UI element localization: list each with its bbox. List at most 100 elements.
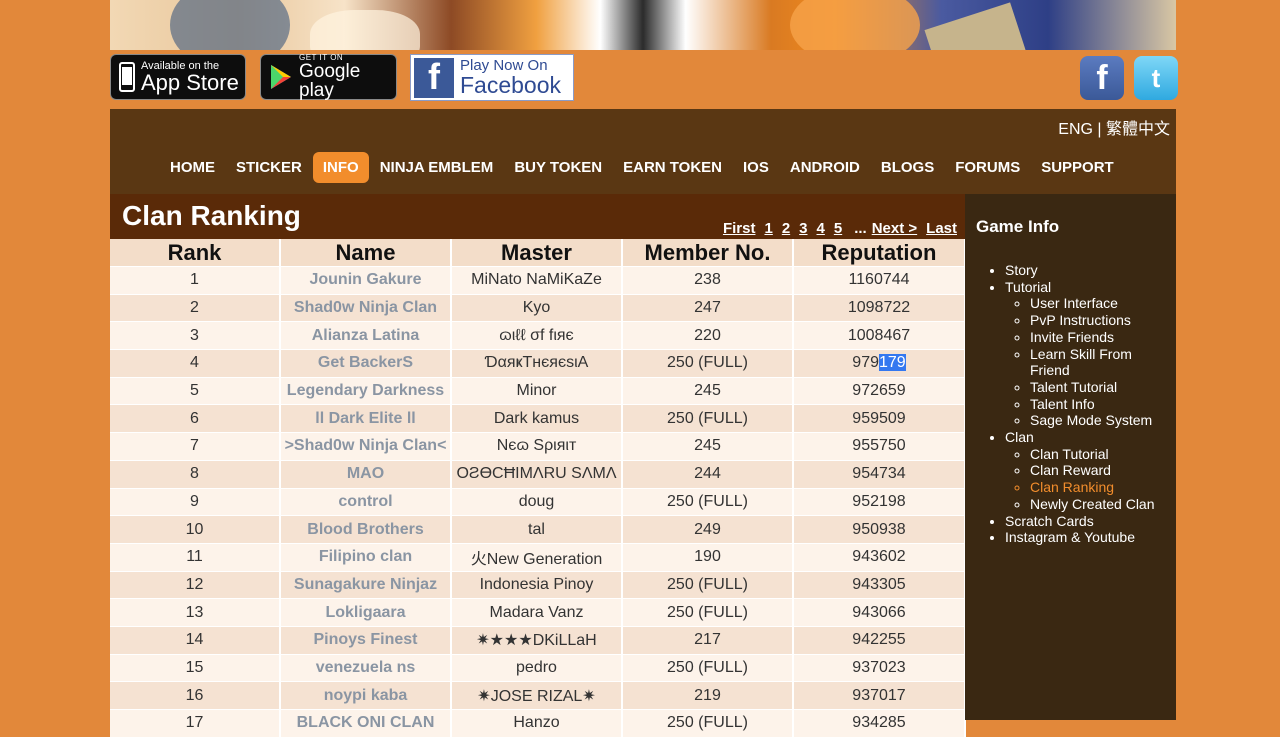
lang-eng-link[interactable]: ENG (1058, 121, 1093, 138)
table-header-row: Rank Name Master Member No. Reputation (110, 239, 966, 267)
pager-page-5[interactable]: 5 (834, 220, 842, 237)
language-switcher: ENG | 繁體中文 (1058, 115, 1170, 139)
nav-blogs[interactable]: BLOGS (871, 152, 944, 183)
cell-member-no: 244 (622, 459, 794, 488)
play-on-facebook-badge[interactable]: f Play Now On Facebook (410, 54, 574, 101)
cell-name[interactable]: venezuela ns (280, 653, 452, 682)
pager-page-1[interactable]: 1 (764, 220, 772, 237)
sidebar-subitem-invite-friends[interactable]: Invite Friends (1030, 329, 1173, 346)
nav-home[interactable]: HOME (160, 152, 225, 183)
lang-separator: | (1092, 121, 1106, 138)
sidebar-subitem-pvp-instructions[interactable]: PvP Instructions (1030, 312, 1173, 329)
cell-rank: 14 (110, 625, 281, 655)
cell-name[interactable]: Sunagakure Ninjaz (280, 570, 452, 599)
sidebar-item-scratch-cards[interactable]: Scratch Cards (1005, 513, 1173, 530)
game-info-sidebar: Game Info StoryTutorialUser InterfacePvP… (965, 194, 1176, 720)
sidebar-subitem-talent-tutorial[interactable]: Talent Tutorial (1030, 379, 1173, 396)
pager-page-4[interactable]: 4 (817, 220, 825, 237)
cell-name[interactable]: MAO (280, 459, 452, 488)
table-row: 16 noypi kaba ✷JOSE RIZAL✷ 219 937017 (110, 681, 966, 710)
nav-forums[interactable]: FORUMS (945, 152, 1030, 183)
app-store-badge[interactable]: Available on the App Store (110, 54, 246, 100)
sidebar-subitem-clan-reward[interactable]: Clan Reward (1030, 462, 1173, 479)
pager-next[interactable]: Next > (872, 220, 917, 237)
cell-reputation: 942255 (793, 625, 966, 655)
cell-name[interactable]: Alianza Latina (280, 321, 452, 350)
nav-android[interactable]: ANDROID (780, 152, 870, 183)
cell-name[interactable]: Get BackerS (280, 349, 452, 378)
cell-reputation: 959509 (793, 404, 966, 433)
sidebar-item-clan[interactable]: ClanClan TutorialClan RewardClan Ranking… (1005, 429, 1173, 513)
table-row: 13 Lokligaara Madara Vanz 250 (FULL) 943066 (110, 598, 966, 627)
cell-member-no: 250 (FULL) (622, 404, 794, 433)
cell-rank: 16 (110, 681, 281, 710)
sidebar-item-instagram-youtube[interactable]: Instagram & Youtube (1005, 529, 1173, 546)
cell-name[interactable]: noypi kaba (280, 681, 452, 710)
lang-zh-link[interactable]: 繁體中文 (1106, 121, 1170, 138)
table-row: 8 MAO OƧƟCĦIMΛRU SΛMΛ 244 954734 (110, 459, 966, 488)
table-body: 1 Jounin Gakure MiNato NaMiKaZe 238 1160744 2… (110, 266, 966, 737)
nav-support[interactable]: SUPPORT (1031, 152, 1124, 183)
nav-ios[interactable]: IOS (733, 152, 779, 183)
cell-name[interactable]: Lokligaara (280, 598, 452, 627)
nav-info[interactable]: INFO (312, 152, 369, 183)
sidebar-subitem-clan-tutorial[interactable]: Clan Tutorial (1030, 446, 1173, 463)
table-row: 14 Pinoys Finest ✷★★★DKiLLaH 217 942255 (110, 625, 966, 655)
phone-icon (119, 62, 135, 92)
sidebar-subitem-learn-skill-from-friend[interactable]: Learn Skill From Friend (1030, 346, 1173, 379)
cell-name[interactable]: Legendary Darkness (280, 376, 452, 405)
game-banner (110, 0, 1176, 50)
facebook-icon[interactable]: f (1080, 56, 1124, 100)
cell-name[interactable]: >Shad0w Ninja Clan< (280, 432, 452, 461)
cell-name[interactable]: control (280, 487, 452, 516)
cell-member-no: 250 (FULL) (622, 349, 794, 378)
pager-first[interactable]: First (723, 220, 756, 237)
sidebar-subitem-user-interface[interactable]: User Interface (1030, 295, 1173, 312)
cell-name[interactable]: Blood Brothers (280, 515, 452, 544)
cell-master: ✷JOSE RIZAL✷ (451, 681, 623, 710)
table-row: 7 >Shad0w Ninja Clan< Nєɷ Sριяιт 245 955750 (110, 432, 966, 461)
table-row: 4 Get BackerS ƊαяҝТнєяєѕιA 250 (FULL) 979179 (110, 349, 966, 378)
cell-member-no: 247 (622, 293, 794, 322)
cell-master: tal (451, 515, 623, 544)
pager-last[interactable]: Last (926, 220, 957, 237)
cell-member-no: 250 (FULL) (622, 653, 794, 682)
google-play-badge[interactable]: GET IT ON Google play (260, 54, 397, 100)
appstore-big-text: App Store (141, 69, 239, 95)
nav-sticker[interactable]: STICKER (226, 152, 312, 183)
nav-buy-token[interactable]: BUY TOKEN (504, 152, 612, 183)
cell-rank: 6 (110, 404, 281, 433)
cell-master: Nєɷ Sριяιт (451, 432, 623, 461)
cell-member-no: 249 (622, 515, 794, 544)
sidebar-item-story[interactable]: Story (1005, 262, 1173, 279)
cell-name[interactable]: ll Dark Elite ll (280, 404, 452, 433)
cell-rank: 8 (110, 459, 281, 488)
nav-ninja-emblem[interactable]: NINJA EMBLEM (370, 152, 504, 183)
cell-name[interactable]: BLACK ONI CLAN (280, 708, 452, 737)
table-row: 17 BLACK ONI CLAN Hanzo 250 (FULL) 934285 (110, 708, 966, 737)
twitter-icon[interactable]: t (1134, 56, 1178, 100)
sidebar-item-tutorial[interactable]: TutorialUser InterfacePvP InstructionsIn… (1005, 279, 1173, 429)
cell-name[interactable]: Pinoys Finest (280, 625, 452, 655)
cell-reputation: 950938 (793, 515, 966, 544)
cell-member-no: 250 (FULL) (622, 487, 794, 516)
table-row: 2 Shad0w Ninja Clan Kyo 247 1098722 (110, 293, 966, 322)
sidebar-subitem-sage-mode-system[interactable]: Sage Mode System (1030, 412, 1173, 429)
cell-name[interactable]: Jounin Gakure (280, 266, 452, 295)
cell-name[interactable]: Filipino clan (280, 542, 452, 572)
pager-page-3[interactable]: 3 (799, 220, 807, 237)
sidebar-subitem-talent-info[interactable]: Talent Info (1030, 396, 1173, 413)
page-title: Clan Ranking (122, 200, 301, 231)
sidebar-subitem-newly-created-clan[interactable]: Newly Created Clan (1030, 496, 1173, 513)
cell-reputation: 979179 (793, 349, 966, 378)
cell-name[interactable]: Shad0w Ninja Clan (280, 293, 452, 322)
cell-rank: 9 (110, 487, 281, 516)
cell-master: Dark kamus (451, 404, 623, 433)
selected-text: 179 (879, 354, 906, 372)
table-row: 10 Blood Brothers tal 249 950938 (110, 515, 966, 544)
cell-member-no: 217 (622, 625, 794, 655)
pager-page-2[interactable]: 2 (782, 220, 790, 237)
cell-member-no: 250 (FULL) (622, 708, 794, 737)
sidebar-subitem-clan-ranking[interactable]: Clan Ranking (1030, 479, 1173, 496)
nav-earn-token[interactable]: EARN TOKEN (613, 152, 732, 183)
